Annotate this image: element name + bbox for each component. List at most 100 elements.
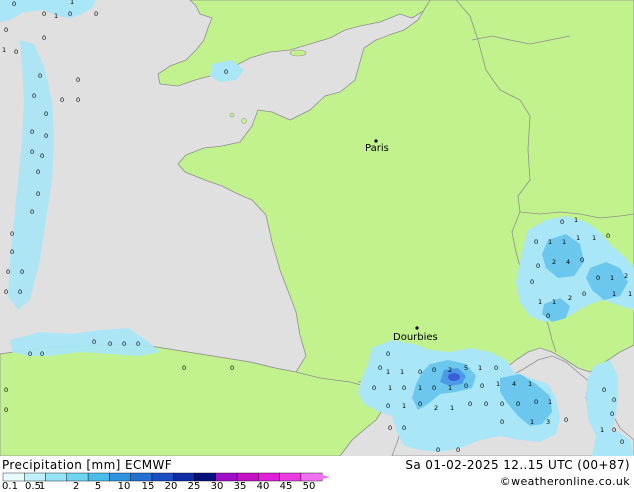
svg-text:4: 4 xyxy=(566,258,570,266)
svg-text:0: 0 xyxy=(480,382,484,390)
footer: Precipitation [mm] ECMWF Sa 01-02-2025 1… xyxy=(0,456,634,492)
svg-text:0: 0 xyxy=(436,446,440,454)
colorbar-cell xyxy=(215,472,238,482)
svg-text:0: 0 xyxy=(42,10,46,18)
credit-link[interactable]: ©weatheronline.co.uk xyxy=(500,475,630,488)
svg-text:1: 1 xyxy=(478,364,482,372)
svg-text:0: 0 xyxy=(564,416,568,424)
colorbar-label: 45 xyxy=(279,481,293,492)
svg-text:1: 1 xyxy=(496,380,500,388)
colorbar-cell xyxy=(194,472,217,482)
svg-text:0: 0 xyxy=(30,208,34,216)
svg-text:0: 0 xyxy=(386,350,390,358)
svg-text:0: 0 xyxy=(612,396,616,404)
svg-text:0: 0 xyxy=(536,262,540,270)
svg-text:0: 0 xyxy=(18,288,22,296)
svg-text:1: 1 xyxy=(592,234,596,242)
land-guernsey xyxy=(229,112,235,118)
svg-text:0: 0 xyxy=(582,290,586,298)
svg-text:0: 0 xyxy=(6,268,10,276)
svg-text:1: 1 xyxy=(548,238,552,246)
city-label-paris: Paris xyxy=(365,143,389,154)
colorbar-label: 2 xyxy=(72,481,80,492)
svg-text:0: 0 xyxy=(10,230,14,238)
svg-text:0: 0 xyxy=(68,10,72,18)
title-label: Precipitation [mm] ECMWF xyxy=(2,458,172,472)
svg-text:0: 0 xyxy=(432,366,436,374)
svg-text:0: 0 xyxy=(534,238,538,246)
svg-text:2: 2 xyxy=(568,294,572,302)
svg-text:0: 0 xyxy=(108,340,112,348)
svg-text:0: 0 xyxy=(36,168,40,176)
svg-text:3: 3 xyxy=(546,418,550,426)
svg-text:0: 0 xyxy=(32,92,36,100)
svg-text:1: 1 xyxy=(54,12,58,20)
svg-text:1: 1 xyxy=(388,384,392,392)
city-label-dourbies: Dourbies xyxy=(393,332,438,343)
svg-text:0: 0 xyxy=(606,232,610,240)
svg-text:0: 0 xyxy=(10,248,14,256)
svg-text:0: 0 xyxy=(456,446,460,454)
svg-text:0: 0 xyxy=(612,426,616,434)
svg-text:1: 1 xyxy=(70,0,74,6)
svg-text:0: 0 xyxy=(432,384,436,392)
colorbar-label: 30 xyxy=(210,481,224,492)
svg-text:1: 1 xyxy=(418,384,422,392)
precipitation-map: 00 1 0 01 001 00 0 0 0 000 0 0 00000 00 00 0 0 00 0 0 0… xyxy=(0,0,634,456)
svg-text:2: 2 xyxy=(448,366,452,374)
svg-text:0: 0 xyxy=(386,402,390,410)
svg-text:1: 1 xyxy=(552,298,556,306)
colorbar-label: 1 xyxy=(38,481,46,492)
svg-text:1: 1 xyxy=(600,426,604,434)
svg-text:0: 0 xyxy=(494,364,498,372)
product-title: Precipitation [mm] xyxy=(2,458,121,472)
svg-text:0: 0 xyxy=(500,418,504,426)
colorbar-cell xyxy=(151,472,174,482)
svg-text:0: 0 xyxy=(30,128,34,136)
svg-text:0: 0 xyxy=(44,110,48,118)
svg-text:2: 2 xyxy=(624,272,628,280)
svg-text:0: 0 xyxy=(230,364,234,372)
svg-text:1: 1 xyxy=(612,290,616,298)
svg-text:0: 0 xyxy=(122,340,126,348)
svg-text:0: 0 xyxy=(28,350,32,358)
svg-text:0: 0 xyxy=(4,406,8,414)
svg-text:0: 0 xyxy=(372,384,376,392)
svg-text:0: 0 xyxy=(36,190,40,198)
svg-text:0: 0 xyxy=(516,400,520,408)
svg-text:0: 0 xyxy=(40,350,44,358)
svg-text:0: 0 xyxy=(596,274,600,282)
colorbar-cell xyxy=(109,472,131,482)
svg-text:5: 5 xyxy=(464,364,468,372)
svg-text:0: 0 xyxy=(30,148,34,156)
model-name: ECMWF xyxy=(124,458,173,472)
svg-text:0: 0 xyxy=(136,340,140,348)
svg-text:0: 0 xyxy=(530,278,534,286)
svg-text:1: 1 xyxy=(528,380,532,388)
colorbar-cell xyxy=(87,472,110,482)
svg-text:0: 0 xyxy=(224,68,228,76)
svg-text:1: 1 xyxy=(530,418,534,426)
colorbar-label: 20 xyxy=(164,481,178,492)
land-isle-of-wight xyxy=(289,49,307,57)
colorbar-label: 15 xyxy=(141,481,155,492)
svg-text:2: 2 xyxy=(434,404,438,412)
svg-text:1: 1 xyxy=(400,368,404,376)
svg-text:0: 0 xyxy=(44,132,48,140)
colorbar-label: 10 xyxy=(117,481,131,492)
land-jersey xyxy=(241,118,247,124)
svg-text:0: 0 xyxy=(500,400,504,408)
svg-text:0: 0 xyxy=(418,368,422,376)
svg-text:0: 0 xyxy=(484,400,488,408)
colorbar-cell xyxy=(24,472,46,482)
colorbar-cell xyxy=(173,472,195,482)
svg-text:0: 0 xyxy=(610,410,614,418)
svg-text:0: 0 xyxy=(602,386,606,394)
svg-text:1: 1 xyxy=(610,274,614,282)
svg-text:1: 1 xyxy=(402,402,406,410)
svg-text:0: 0 xyxy=(464,382,468,390)
svg-text:0: 0 xyxy=(76,96,80,104)
colorbar-cell xyxy=(2,472,25,482)
colorbar-arrow xyxy=(315,473,330,481)
svg-text:0: 0 xyxy=(4,26,8,34)
